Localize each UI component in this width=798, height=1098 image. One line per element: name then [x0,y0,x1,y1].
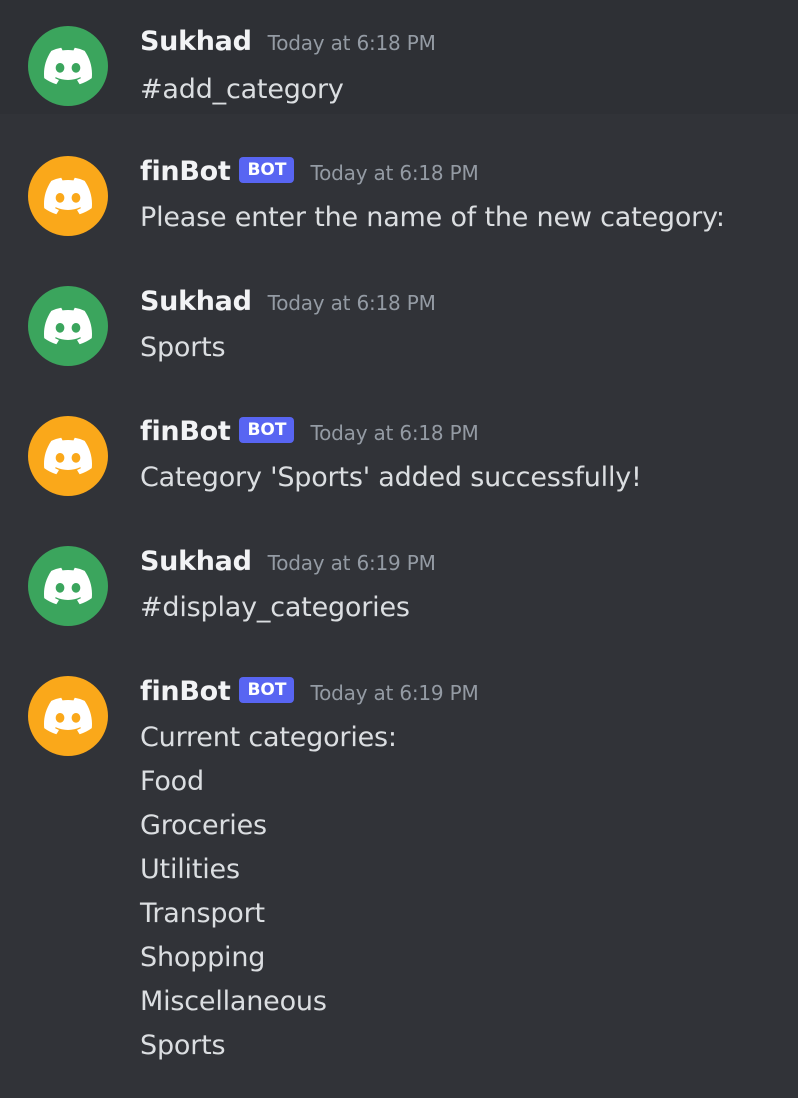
timestamp[interactable]: Today at 6:19 PM [310,681,478,705]
message-item[interactable]: Sukhad Today at 6:19 PM #display_categor… [0,520,798,630]
category-item: Groceries [140,810,267,841]
message-content: Please enter the name of the new categor… [140,196,725,240]
avatar[interactable] [28,546,108,626]
message-header: Sukhad Today at 6:19 PM [140,546,436,582]
discord-logo-icon [44,177,92,215]
bot-tag: BOT [239,417,295,443]
discord-logo-icon [44,47,92,85]
message-content: Category 'Sports' added successfully! [140,456,642,500]
avatar[interactable] [28,416,108,496]
category-item: Miscellaneous [140,986,327,1017]
username[interactable]: Sukhad [140,546,252,577]
message-text: Sports [140,332,226,363]
avatar[interactable] [28,26,108,106]
avatar[interactable] [28,676,108,756]
discord-logo-icon [44,697,92,735]
message-text: #display_categories [140,592,410,623]
discord-logo-icon [44,567,92,605]
timestamp[interactable]: Today at 6:19 PM [268,551,436,575]
message-item[interactable]: Sukhad Today at 6:18 PM #add_category [0,0,798,114]
bot-tag: BOT [239,157,295,183]
timestamp[interactable]: Today at 6:18 PM [268,31,436,55]
message-text: Current categories: [140,722,397,753]
chat-message-list: Sukhad Today at 6:18 PM #add_category fi… [0,0,798,1098]
message-text: Please enter the name of the new categor… [140,202,725,233]
message-content: #display_categories [140,586,410,630]
category-item: Food [140,766,204,797]
timestamp[interactable]: Today at 6:18 PM [268,291,436,315]
username[interactable]: finBot [140,156,231,187]
timestamp[interactable]: Today at 6:18 PM [310,161,478,185]
message-item[interactable]: Sukhad Today at 6:18 PM Sports [0,260,798,370]
message-header: finBot BOT Today at 6:19 PM [140,676,479,712]
category-item: Sports [140,1030,226,1061]
message-header: finBot BOT Today at 6:18 PM [140,156,479,192]
message-content: #add_category [140,68,344,112]
bot-tag: BOT [239,677,295,703]
category-item: Transport [140,898,265,929]
timestamp[interactable]: Today at 6:18 PM [310,421,478,445]
username[interactable]: finBot [140,416,231,447]
message-text: Category 'Sports' added successfully! [140,462,642,493]
avatar[interactable] [28,156,108,236]
category-item: Utilities [140,854,240,885]
message-header: Sukhad Today at 6:18 PM [140,286,436,322]
message-header: finBot BOT Today at 6:18 PM [140,416,479,452]
message-header: Sukhad Today at 6:18 PM [140,26,436,62]
avatar[interactable] [28,286,108,366]
message-item[interactable]: finBot BOT Today at 6:18 PM Category 'Sp… [0,390,798,500]
category-item: Shopping [140,942,266,973]
message-content: Sports [140,326,226,370]
username[interactable]: Sukhad [140,286,252,317]
message-text: #add_category [140,74,344,105]
message-content: Current categories: Food Groceries Utili… [140,716,397,1068]
message-item[interactable]: finBot BOT Today at 6:19 PM Current cate… [0,650,798,1090]
username[interactable]: finBot [140,676,231,707]
discord-logo-icon [44,307,92,345]
discord-logo-icon [44,437,92,475]
message-item[interactable]: finBot BOT Today at 6:18 PM Please enter… [0,130,798,240]
username[interactable]: Sukhad [140,26,252,57]
